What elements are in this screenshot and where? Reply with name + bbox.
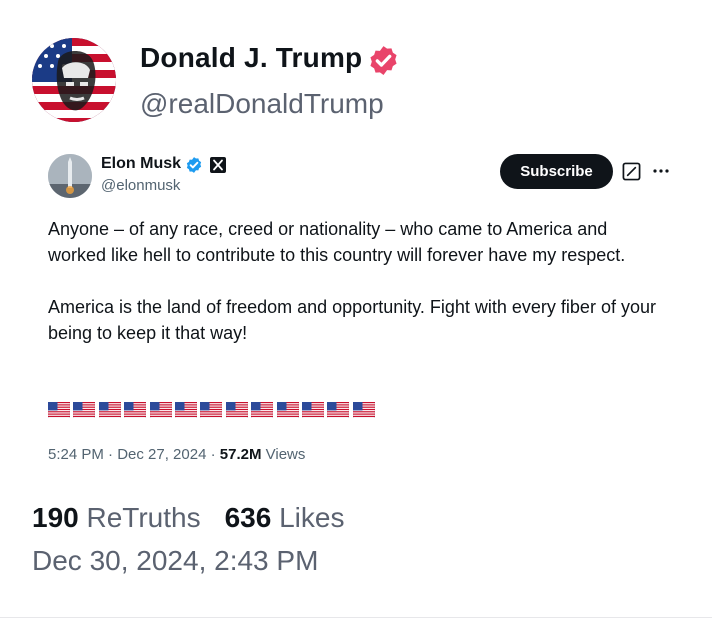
views-count: 57.2M [219, 446, 262, 463]
author-display-name[interactable]: Donald J. Trump [140, 42, 362, 74]
embedded-post-time[interactable]: 5:24 PM · Dec 27, 2024 · [48, 446, 220, 463]
us-flag-emoji-icon [225, 402, 248, 418]
embedded-post-meta: 5:24 PM · Dec 27, 2024 · 57.2M Views [48, 446, 305, 463]
us-flag-emoji-icon [251, 402, 274, 418]
likes-label[interactable]: Likes [279, 502, 344, 533]
us-flag-emoji-icon [73, 402, 96, 418]
us-flag-emoji-icon [276, 402, 299, 418]
us-flag-emoji-icon [352, 402, 375, 418]
embedded-paragraph-1: Anyone – of any race, creed or nationali… [48, 219, 626, 265]
retruths-label[interactable]: ReTruths [87, 502, 201, 533]
post-stats: 190 ReTruths 636 Likes [32, 502, 344, 534]
x-logo-icon [210, 157, 226, 173]
embedded-author-handle[interactable]: @elonmusk [101, 177, 180, 194]
embedded-post[interactable]: Elon Musk @elonmusk Subscribe Anyone – o… [48, 152, 678, 472]
us-flag-emoji-icon [301, 402, 324, 418]
us-flag-emoji-icon [149, 402, 172, 418]
us-flag-emoji-icon [200, 402, 223, 418]
post-date: Dec 30, 2024, 2:43 PM [32, 545, 319, 576]
more-icon[interactable] [652, 163, 670, 179]
flag-emoji-row [48, 402, 375, 422]
grok-icon[interactable] [622, 162, 641, 181]
verified-icon [370, 46, 397, 75]
subscribe-button[interactable]: Subscribe [500, 154, 613, 189]
us-flag-emoji-icon [98, 402, 121, 418]
avatar-flag-portrait-icon [32, 38, 116, 122]
embedded-paragraph-2: America is the land of freedom and oppor… [48, 297, 656, 343]
post-header: Donald J. Trump @realDonaldTrump [32, 38, 682, 124]
us-flag-emoji-icon [48, 402, 70, 418]
verified-icon [186, 157, 202, 173]
author-username[interactable]: @realDonaldTrump [140, 88, 384, 120]
divider [0, 617, 712, 618]
likes-count[interactable]: 636 [225, 502, 272, 533]
us-flag-emoji-icon [124, 402, 147, 418]
embedded-post-text: Anyone – of any race, creed or nationali… [48, 216, 668, 372]
views-label: Views [261, 446, 306, 463]
us-flag-emoji-icon [327, 402, 350, 418]
retruths-count[interactable]: 190 [32, 502, 79, 533]
us-flag-emoji-icon [174, 402, 197, 418]
embedded-author-name[interactable]: Elon Musk [101, 155, 181, 173]
author-avatar[interactable] [32, 38, 116, 122]
rocket-avatar-icon [48, 154, 92, 198]
embedded-author-avatar[interactable] [48, 154, 92, 198]
